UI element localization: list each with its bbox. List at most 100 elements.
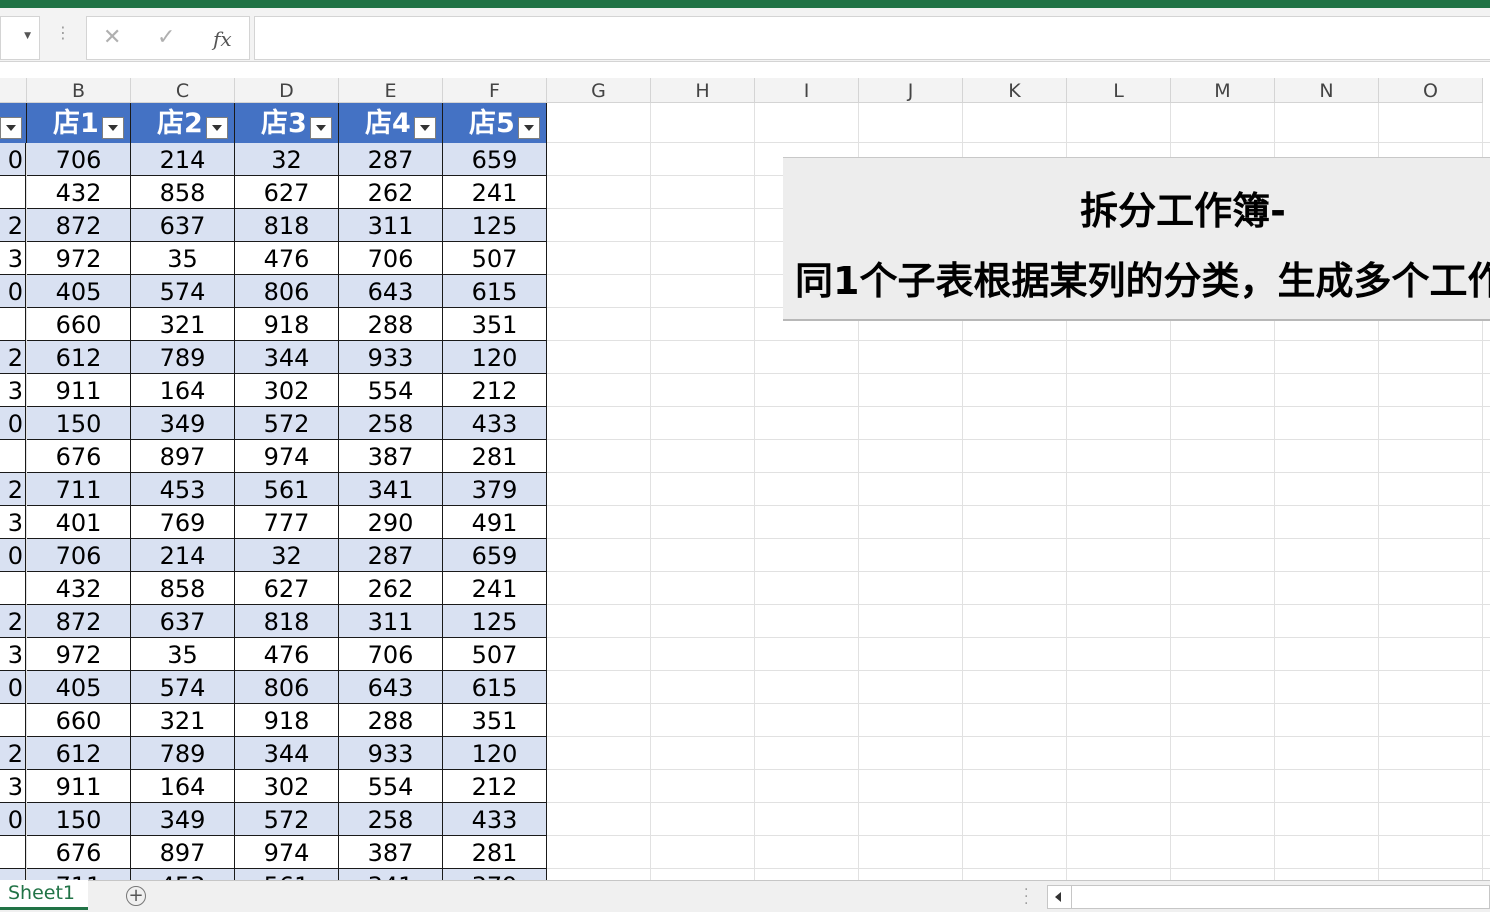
table-cell[interactable]: 507	[443, 638, 547, 671]
table-cell[interactable]: 302	[235, 770, 339, 803]
table-cell[interactable]: 574	[131, 671, 235, 704]
table-cell[interactable]: 974	[235, 440, 339, 473]
table-cell[interactable]: 344	[235, 341, 339, 374]
column-header-o[interactable]: O	[1379, 78, 1483, 103]
table-cell[interactable]: 281	[443, 440, 547, 473]
drag-handle-icon[interactable]: ⋮	[55, 25, 71, 41]
table-cell[interactable]	[0, 836, 26, 869]
table-cell[interactable]: 612	[27, 341, 131, 374]
table-cell[interactable]	[0, 704, 26, 737]
column-header-d[interactable]: D	[235, 78, 339, 103]
table-cell[interactable]: 341	[339, 869, 443, 880]
table-cell[interactable]: 627	[235, 176, 339, 209]
table-cell[interactable]: 615	[443, 671, 547, 704]
table-cell[interactable]: 432	[27, 572, 131, 605]
table-cell[interactable]: 0	[0, 671, 26, 704]
name-box[interactable]: ▼	[0, 16, 40, 60]
table-cell[interactable]: 262	[339, 176, 443, 209]
table-cell[interactable]: 432	[27, 176, 131, 209]
table-cell[interactable]: 972	[27, 242, 131, 275]
table-cell[interactable]: 302	[235, 374, 339, 407]
table-cell[interactable]: 476	[235, 242, 339, 275]
table-cell[interactable]: 281	[443, 836, 547, 869]
table-cell[interactable]: 0	[0, 143, 26, 176]
table-cell[interactable]: 405	[27, 671, 131, 704]
table-cell[interactable]: 2	[0, 473, 26, 506]
table-cell[interactable]: 164	[131, 770, 235, 803]
table-cell[interactable]: 35	[131, 242, 235, 275]
table-cell[interactable]: 3	[0, 638, 26, 671]
table-cell[interactable]: 711	[27, 869, 131, 880]
table-cell[interactable]: 706	[27, 539, 131, 572]
table-cell[interactable]: 706	[339, 638, 443, 671]
table-cell[interactable]: 974	[235, 836, 339, 869]
table-cell[interactable]: 311	[339, 209, 443, 242]
table-cell[interactable]: 164	[131, 374, 235, 407]
table-cell[interactable]: 789	[131, 341, 235, 374]
table-cell[interactable]: 554	[339, 770, 443, 803]
table-cell[interactable]: 0	[0, 539, 26, 572]
table-cell[interactable]: 0	[0, 803, 26, 836]
table-cell[interactable]: 387	[339, 836, 443, 869]
table-cell[interactable]: 711	[27, 473, 131, 506]
table-cell[interactable]: 706	[27, 143, 131, 176]
title-text-box[interactable]: 拆分工作簿- 同1个子表根据某列的分类，生成多个工作簿	[783, 157, 1490, 321]
table-cell[interactable]: 214	[131, 539, 235, 572]
table-cell[interactable]: 972	[27, 638, 131, 671]
table-cell[interactable]: 806	[235, 275, 339, 308]
table-cell[interactable]: 660	[27, 308, 131, 341]
insert-function-icon[interactable]: fx	[213, 27, 232, 51]
table-cell[interactable]: 2	[0, 605, 26, 638]
add-sheet-icon[interactable]: +	[126, 886, 146, 906]
table-cell[interactable]: 433	[443, 407, 547, 440]
table-cell[interactable]: 572	[235, 803, 339, 836]
table-cell[interactable]: 491	[443, 506, 547, 539]
table-cell[interactable]: 32	[235, 539, 339, 572]
table-cell[interactable]: 35	[131, 638, 235, 671]
table-header-cell[interactable]: 店2	[131, 103, 235, 143]
table-cell[interactable]: 806	[235, 671, 339, 704]
table-cell[interactable]: 660	[27, 704, 131, 737]
filter-dropdown-icon[interactable]	[414, 117, 436, 139]
table-cell[interactable]: 32	[235, 143, 339, 176]
column-header-j[interactable]: J	[859, 78, 963, 103]
scroll-left-icon[interactable]	[1048, 886, 1072, 908]
table-cell[interactable]: 344	[235, 737, 339, 770]
table-cell[interactable]	[0, 869, 26, 880]
table-cell[interactable]: 572	[235, 407, 339, 440]
column-header-l[interactable]: L	[1067, 78, 1171, 103]
table-cell[interactable]: 453	[131, 869, 235, 880]
table-cell[interactable]: 241	[443, 176, 547, 209]
table-cell[interactable]: 872	[27, 209, 131, 242]
table-cell[interactable]: 933	[339, 737, 443, 770]
table-cell[interactable]: 918	[235, 308, 339, 341]
filter-dropdown-icon[interactable]	[206, 117, 228, 139]
column-header-b[interactable]: B	[27, 78, 131, 103]
table-cell[interactable]: 2	[0, 209, 26, 242]
table-cell[interactable]: 659	[443, 539, 547, 572]
table-cell[interactable]: 125	[443, 605, 547, 638]
table-header-cell[interactable]: 店5	[443, 103, 547, 143]
table-cell[interactable]: 507	[443, 242, 547, 275]
column-header-c[interactable]: C	[131, 78, 235, 103]
table-cell[interactable]: 676	[27, 836, 131, 869]
filter-dropdown-icon[interactable]	[0, 117, 22, 139]
horizontal-scrollbar[interactable]	[1047, 885, 1490, 909]
column-header-g[interactable]: G	[547, 78, 651, 103]
table-cell[interactable]: 150	[27, 407, 131, 440]
table-cell[interactable]: 214	[131, 143, 235, 176]
table-cell[interactable]	[0, 572, 26, 605]
table-cell[interactable]: 349	[131, 803, 235, 836]
table-cell[interactable]: 287	[339, 143, 443, 176]
cancel-icon[interactable]: ✕	[103, 25, 121, 50]
worksheet-grid[interactable]: 店1 店2 店3 店4 店5 0 706 214 32 287 659 432 858 627 262 241…	[0, 103, 1490, 880]
filter-dropdown-icon[interactable]	[518, 117, 540, 139]
table-cell[interactable]: 615	[443, 275, 547, 308]
table-cell[interactable]: 3	[0, 770, 26, 803]
enter-icon[interactable]: ✓	[157, 25, 175, 50]
table-cell[interactable]: 3	[0, 506, 26, 539]
table-cell[interactable]: 918	[235, 704, 339, 737]
filter-dropdown-icon[interactable]	[102, 117, 124, 139]
table-cell[interactable]: 643	[339, 275, 443, 308]
sheet-tab[interactable]: Sheet1	[0, 880, 88, 910]
